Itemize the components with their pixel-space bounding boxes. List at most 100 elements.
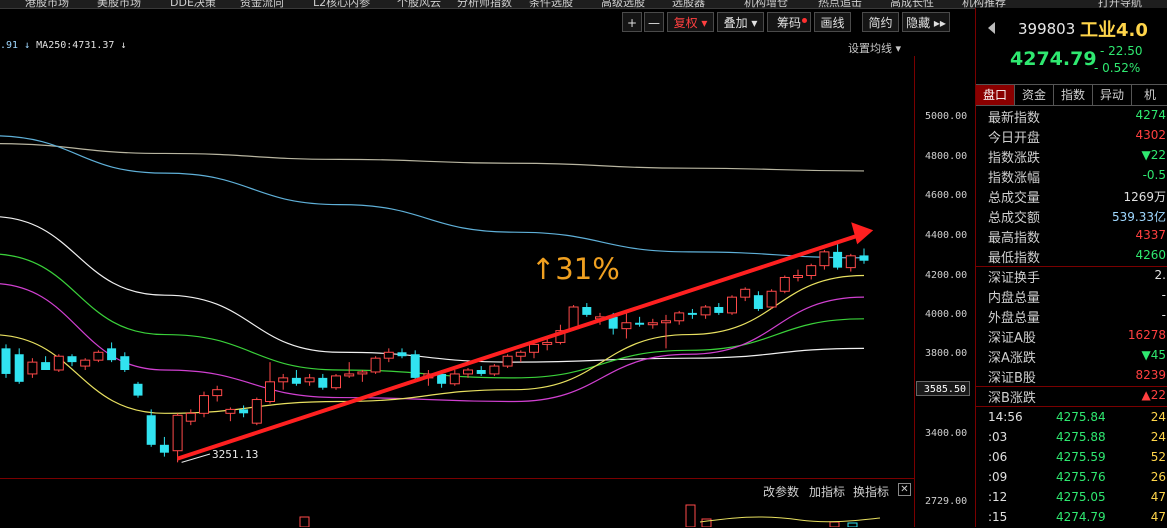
close-icon[interactable]: ✕ bbox=[898, 483, 911, 496]
tick-volume: 47 bbox=[1150, 510, 1166, 524]
tab-pankou[interactable]: 盘口 bbox=[976, 85, 1015, 105]
candle-body bbox=[542, 341, 553, 345]
tick-row: :12 4275.05 47 bbox=[976, 488, 1167, 508]
candle-body bbox=[93, 351, 104, 361]
kline-chart[interactable] bbox=[0, 56, 914, 476]
topnav-item[interactable]: 港股市场 bbox=[25, 0, 69, 8]
set-ma-dropdown[interactable]: 设置均线 ▾ bbox=[848, 40, 901, 56]
tick-price: 4275.88 bbox=[1056, 430, 1106, 444]
change-params-button[interactable]: 改参数 bbox=[763, 483, 799, 500]
candle-body bbox=[199, 395, 209, 414]
topnav-item[interactable]: 条件选股 bbox=[529, 0, 573, 8]
stat-label: 总成交额 bbox=[988, 211, 1041, 226]
candle-body bbox=[449, 373, 460, 385]
stat-value: -0.5 bbox=[1142, 168, 1166, 182]
tab-more[interactable]: 机 bbox=[1132, 85, 1167, 105]
topnav-item[interactable]: 个股风云 bbox=[397, 0, 441, 8]
y-tick-label: 4400.00 bbox=[925, 230, 968, 241]
stat-row: 最高指数 4337 bbox=[976, 226, 1167, 246]
topnav-item[interactable]: 高级选股 bbox=[601, 0, 645, 8]
candle-body bbox=[833, 251, 843, 268]
stat-label: 指数涨幅 bbox=[988, 171, 1041, 186]
stat-row: 深证换手 2. bbox=[976, 266, 1167, 286]
candle-body bbox=[635, 322, 645, 325]
tick-price: 4275.05 bbox=[1056, 490, 1106, 504]
topnav-item[interactable]: 高成长性 bbox=[890, 0, 934, 8]
topnav-item[interactable]: 机构增仓 bbox=[744, 0, 788, 8]
candle-body bbox=[67, 356, 77, 363]
tick-time: :12 bbox=[988, 490, 1008, 504]
stat-label: 指数涨跌 bbox=[988, 151, 1041, 166]
fuquan-dropdown[interactable]: 复权 ▾ bbox=[667, 12, 714, 32]
stat-row: 内盘总量 - bbox=[976, 286, 1167, 306]
topnav-item[interactable]: 资金流向 bbox=[240, 0, 284, 8]
tick-price: 4275.76 bbox=[1056, 470, 1106, 484]
candle-body bbox=[80, 359, 91, 367]
candle-body bbox=[621, 322, 632, 330]
tab-yidong[interactable]: 异动 bbox=[1093, 85, 1132, 105]
quote-tabs: 盘口 资金 指数 异动 机 bbox=[976, 84, 1167, 106]
overlay-dropdown[interactable]: 叠加 ▾ bbox=[717, 12, 764, 32]
stat-label: 深证A股 bbox=[988, 331, 1036, 346]
stat-row: 总成交量 1269万 bbox=[976, 186, 1167, 206]
candle-body bbox=[1, 348, 11, 374]
candle-body bbox=[107, 348, 117, 361]
topnav-item[interactable]: L2核心内参 bbox=[313, 0, 370, 8]
stat-label: 深A涨跌 bbox=[988, 351, 1036, 366]
stat-value: 2. bbox=[1154, 268, 1166, 282]
zoom-out-button[interactable]: — bbox=[644, 12, 664, 32]
topnav-item[interactable]: 分析师指数 bbox=[457, 0, 512, 8]
candle-body bbox=[370, 357, 381, 373]
ma250-value: MA250:4731.37 bbox=[36, 40, 115, 51]
tick-time: :06 bbox=[988, 450, 1008, 464]
stat-row: 最低指数 4260 bbox=[976, 246, 1167, 266]
stat-label: 内盘总量 bbox=[988, 291, 1041, 306]
tick-time: :15 bbox=[988, 510, 1008, 524]
candle-body bbox=[251, 399, 262, 424]
hide-panel-button[interactable]: 隐藏 ▸▸ bbox=[902, 12, 950, 32]
index-change-pct: - 0.52% bbox=[1094, 61, 1141, 75]
candle-body bbox=[304, 377, 315, 383]
divider bbox=[976, 266, 1167, 267]
moving-average-line bbox=[0, 135, 865, 259]
draw-line-button[interactable]: 画线 bbox=[814, 12, 851, 32]
tick-row: :09 4275.76 26 bbox=[976, 468, 1167, 488]
add-indicator-button[interactable]: 加指标 bbox=[809, 483, 845, 500]
stat-value: ▲22 bbox=[1141, 388, 1167, 402]
candle-body bbox=[714, 307, 724, 313]
candle-body bbox=[859, 255, 869, 261]
price-axis: 5000.00 4800.00 4600.00 4400.00 4200.00 … bbox=[914, 56, 975, 527]
stat-row: 今日开盘 4302 bbox=[976, 126, 1167, 146]
topnav-item[interactable]: DDE决策 bbox=[170, 0, 216, 8]
candle-body bbox=[120, 356, 130, 370]
candle-body bbox=[278, 377, 289, 383]
topnav-item[interactable]: 热点追击 bbox=[818, 0, 862, 8]
candle-body bbox=[502, 355, 513, 367]
switch-indicator-button[interactable]: 换指标 bbox=[853, 483, 889, 500]
tab-zhishu[interactable]: 指数 bbox=[1054, 85, 1093, 105]
previous-stock-icon[interactable] bbox=[988, 22, 995, 34]
y-tick-label: 2729.00 bbox=[925, 496, 968, 507]
tab-zijin[interactable]: 资金 bbox=[1015, 85, 1054, 105]
tick-time: :03 bbox=[988, 430, 1008, 444]
candle-body bbox=[225, 408, 236, 414]
tick-row: :15 4274.79 47 bbox=[976, 508, 1167, 528]
stat-row: 深证B股 8239 bbox=[976, 366, 1167, 386]
topnav-item[interactable]: 选股器 bbox=[672, 0, 705, 8]
candle-body bbox=[727, 296, 737, 314]
chip-distribution-button[interactable]: 筹码 bbox=[767, 12, 811, 32]
candle-body bbox=[41, 362, 51, 370]
stat-value: 4337 bbox=[1135, 228, 1166, 242]
topnav-item[interactable]: 美股市场 bbox=[97, 0, 141, 8]
notification-dot-icon bbox=[802, 18, 807, 23]
stat-label: 深B涨跌 bbox=[988, 391, 1036, 406]
candle-body bbox=[357, 371, 368, 375]
simple-mode-button[interactable]: 简约 bbox=[862, 12, 899, 32]
stat-row: 深B涨跌 ▲22 bbox=[976, 386, 1167, 406]
stat-value: 8239 bbox=[1135, 368, 1166, 382]
stat-label: 今日开盘 bbox=[988, 131, 1041, 146]
candle-body bbox=[463, 369, 473, 375]
stat-label: 最新指数 bbox=[988, 111, 1041, 126]
tick-price: 4274.79 bbox=[1056, 510, 1106, 524]
zoom-in-button[interactable]: + bbox=[622, 12, 642, 32]
